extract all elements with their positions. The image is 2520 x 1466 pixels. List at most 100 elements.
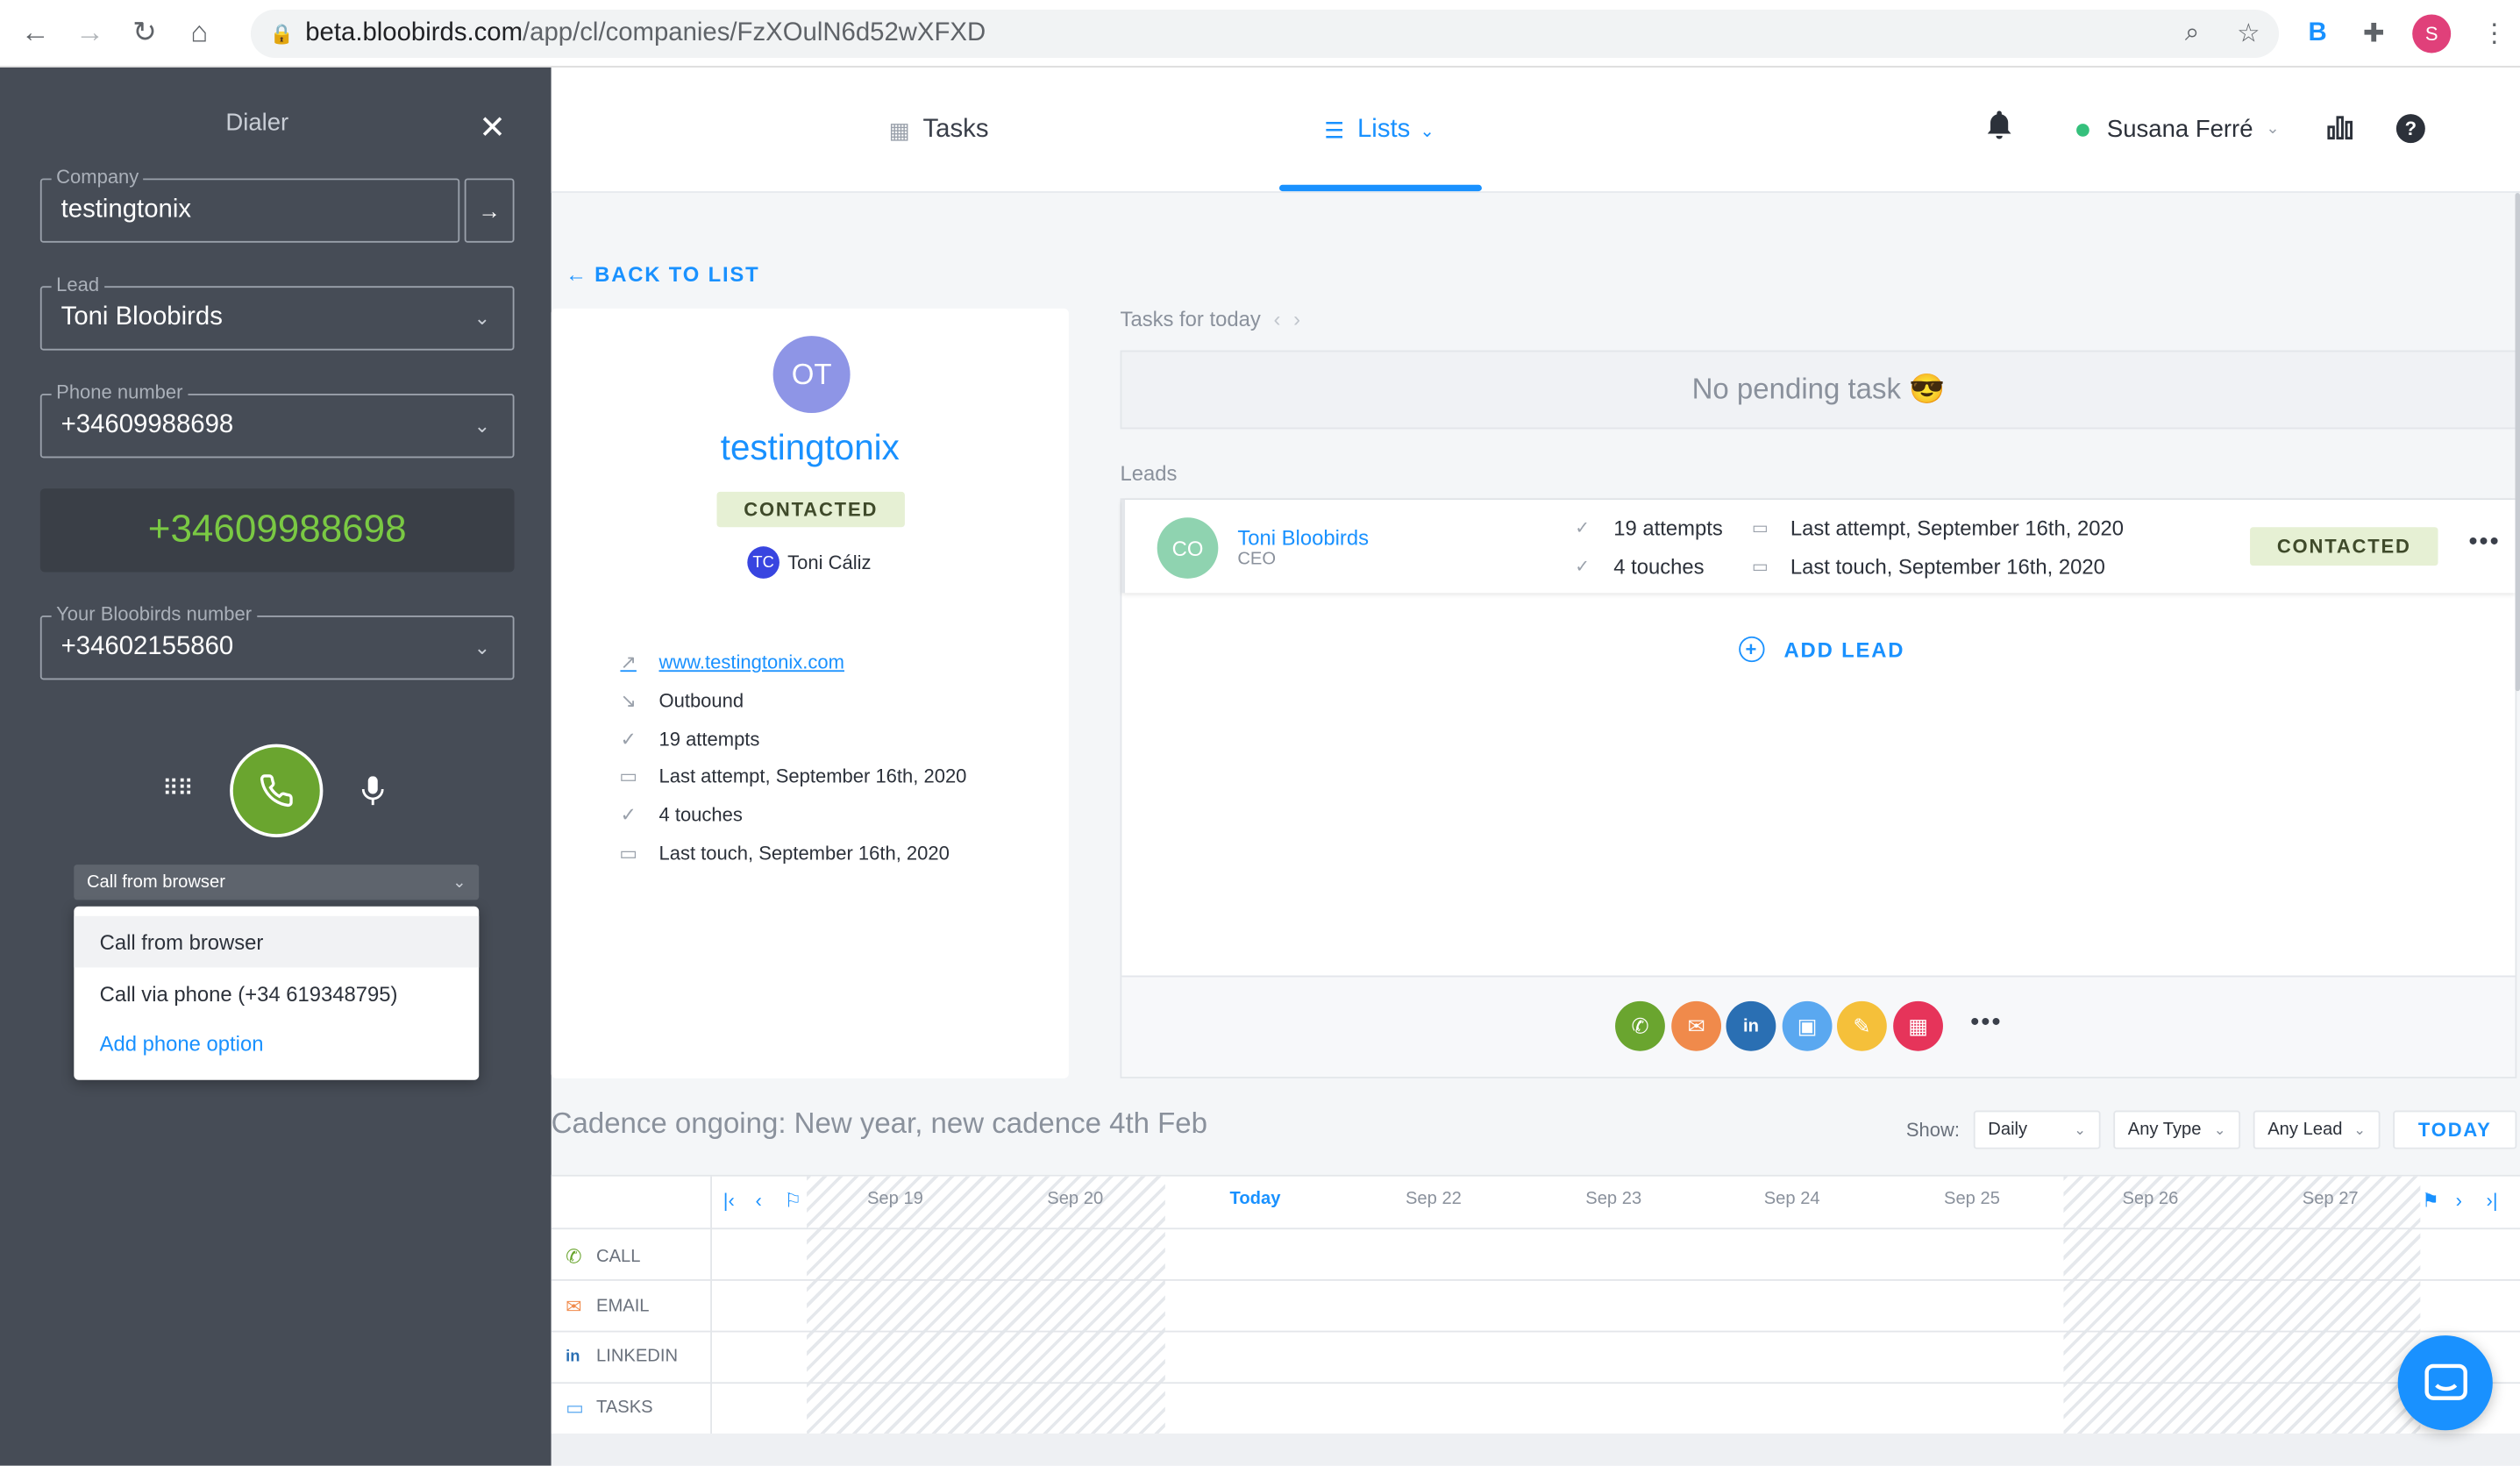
day-header: Sep 26 [2122, 1189, 2179, 1209]
flag-end-icon[interactable]: ⚑ [2422, 1189, 2439, 1212]
bell-icon[interactable] [1986, 110, 2011, 147]
option-call-from-browser[interactable]: Call from browser [74, 915, 480, 968]
reload-icon[interactable]: ↻ [125, 14, 164, 53]
chevron-down-icon: ⌄ [2074, 1121, 2087, 1137]
lead-attempts: ✓ 19 attempts [1575, 516, 1723, 539]
website-link[interactable]: www.testingtonix.com [658, 651, 844, 673]
extensions-puzzle-icon[interactable]: ✚ [2352, 11, 2396, 56]
call-mode-select[interactable]: Call from browser ⌄ [74, 865, 480, 900]
company-field[interactable]: Company testingtonix [39, 165, 460, 243]
today-button[interactable]: TODAY [2393, 1110, 2517, 1149]
day-header: Sep 25 [1944, 1189, 2000, 1209]
row-call-label: CALL [596, 1247, 641, 1267]
leads-label: Leads [1120, 461, 1178, 486]
add-lead-button[interactable]: + ADD LEAD [1739, 636, 1904, 663]
plus-circle-icon: + [1739, 636, 1765, 663]
lead-select[interactable]: Lead Toni Bloobirds ⌄ [39, 273, 515, 351]
zoom-icon[interactable]: ⌕ [2169, 11, 2214, 56]
lead-touches: ✓ 4 touches [1575, 554, 1704, 578]
tab-lists[interactable]: ☰ Lists ⌄ [1324, 68, 1434, 193]
more-options-icon[interactable]: ••• [2468, 529, 2500, 558]
address-bar[interactable]: 🔒 beta.bloobirds.com/app/cl/companies/Fz… [250, 9, 2280, 58]
linkedin-action-button[interactable]: in [1726, 1000, 1776, 1051]
online-status-dot [2076, 123, 2089, 136]
show-label: Show: [1905, 1118, 1960, 1142]
arrow-right-icon: → [478, 197, 501, 224]
profile-avatar[interactable]: S [2412, 14, 2452, 53]
leads-panel: CO Toni Bloobirds CEO ✓ 19 attempts ✓ 4 to… [1120, 498, 2517, 1078]
chevron-down-icon: ⌄ [2213, 1121, 2226, 1137]
chevron-left-icon[interactable]: ‹ [755, 1189, 761, 1212]
lead-attempts-value: 19 attempts [1613, 516, 1723, 540]
go-to-company-button[interactable]: → [464, 178, 515, 243]
back-arrow-icon[interactable]: ← [16, 14, 54, 53]
row-tasks: ▭ TASKS [566, 1397, 652, 1420]
bookmark-star-icon[interactable]: ☆ [2226, 11, 2271, 56]
weekend-shading [2063, 1176, 2421, 1435]
add-phone-option-link[interactable]: Add phone option [74, 1019, 479, 1067]
last-touch-row: ▭ Last touch, September 16th, 2020 [617, 842, 950, 865]
bloobirds-number-label: Your Bloobirds number [51, 602, 257, 625]
lead-filter-select[interactable]: Any Lead ⌄ [2253, 1110, 2381, 1149]
lead-row[interactable]: CO Toni Bloobirds CEO ✓ 19 attempts ✓ 4 to… [1121, 500, 2516, 594]
flag-start-icon[interactable]: ⚐ [784, 1189, 801, 1212]
tab-tasks[interactable]: ▦ Tasks [889, 68, 989, 193]
last-page-icon[interactable]: ›| [2486, 1189, 2497, 1212]
chevron-down-icon: ⌄ [473, 636, 491, 659]
chevron-left-icon[interactable]: ‹ [1273, 307, 1280, 331]
meeting-action-button[interactable]: ▦ [1893, 1000, 1943, 1051]
phone-number-select[interactable]: Phone number +34609988698 ⌄ [39, 381, 515, 459]
user-name: Susana Ferré [2106, 115, 2253, 144]
home-icon[interactable]: ⌂ [180, 14, 218, 53]
email-action-button[interactable]: ✉ [1671, 1000, 1722, 1051]
help-icon[interactable]: ? [2395, 114, 2425, 144]
microphone-icon[interactable] [361, 776, 384, 813]
bloobirds-extension-icon[interactable]: B [2295, 11, 2339, 56]
bottom-scrollbar[interactable] [551, 1433, 2520, 1466]
grid-icon: ▦ [888, 116, 910, 143]
chevron-right-icon[interactable]: › [2456, 1189, 2462, 1212]
call-button[interactable] [230, 744, 324, 837]
user-menu[interactable]: Susana Ferré ⌄ [2076, 115, 2280, 144]
back-to-list-link[interactable]: ← BACK TO LIST [566, 262, 759, 286]
check-icon: ✓ [620, 803, 637, 827]
lead-last-attempt: ▭ Last attempt, September 16th, 2020 [1752, 516, 2124, 539]
direction-row: ↘ Outbound [617, 689, 744, 712]
website-row[interactable]: ↗ www.testingtonix.com [617, 651, 844, 673]
browser-window-icon: ▭ [566, 1396, 584, 1420]
browser-menu-icon[interactable]: ⋮ [2472, 11, 2516, 56]
first-page-icon[interactable]: |‹ [723, 1189, 735, 1212]
option-call-via-phone[interactable]: Call via phone (+34 619348795) [74, 967, 479, 1019]
lead-name[interactable]: Toni Bloobirds [1237, 525, 1369, 549]
no-pending-task: No pending task 😎 [1120, 350, 2517, 430]
more-actions-icon[interactable]: ••• [1970, 1009, 2002, 1038]
vertical-scrollbar[interactable] [2515, 192, 2520, 692]
keypad-icon[interactable]: ⠿⠿ [162, 774, 194, 801]
lead-status-badge[interactable]: CONTACTED [2250, 527, 2438, 566]
bar-chart-icon[interactable] [2327, 114, 2353, 146]
top-navigation: ▦ Tasks ☰ Lists ⌄ Susana Ferré ⌄ ? [551, 67, 2520, 193]
company-status-badge[interactable]: CONTACTED [716, 491, 905, 528]
note-action-button[interactable]: ✎ [1837, 1000, 1887, 1051]
company-card: OT testingtonix CONTACTED TC Toni Cáliz … [551, 308, 1069, 1078]
grid-line [551, 1278, 2520, 1281]
linkedin-icon: in [566, 1347, 580, 1366]
bloobirds-number-select[interactable]: Your Bloobirds number +34602155860 ⌄ [39, 602, 515, 680]
last-attempt-value: Last attempt, September 16th, 2020 [658, 765, 967, 788]
close-icon[interactable]: ✕ [479, 108, 506, 148]
call-mode-value: Call from browser [86, 872, 225, 893]
back-label: BACK TO LIST [594, 261, 760, 287]
cadence-grid: |‹ ‹ ⚐ Sep 19 Sep 20 Today Sep 22 Sep 23… [551, 1174, 2520, 1435]
chevron-down-icon: ⌄ [2353, 1121, 2367, 1137]
company-name[interactable]: testingtonix [552, 428, 1069, 470]
website-action-button[interactable]: ▣ [1782, 1000, 1833, 1051]
type-select[interactable]: Any Type ⌄ [2113, 1110, 2241, 1149]
chevron-right-icon[interactable]: › [1293, 307, 1300, 331]
period-select[interactable]: Daily ⌄ [1973, 1110, 2101, 1149]
lead-last-attempt-value: Last attempt, September 16th, 2020 [1790, 516, 2125, 540]
call-action-button[interactable]: ✆ [1615, 1000, 1665, 1051]
chat-support-button[interactable] [2397, 1335, 2493, 1431]
app-root: ← → ↻ ⌂ 🔒 beta.bloobirds.com/app/cl/comp… [0, 0, 2520, 1466]
touches-row: ✓ 4 touches [617, 803, 742, 827]
forward-arrow-icon[interactable]: → [71, 14, 110, 53]
